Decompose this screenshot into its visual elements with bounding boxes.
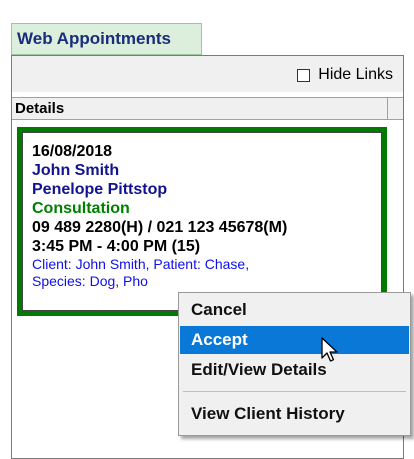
appointment-time: 3:45 PM - 4:00 PM (15) — [32, 238, 201, 255]
appointment-phone: 09 489 2280(H) / 021 123 45678(M) — [32, 219, 288, 236]
hide-links-checkbox[interactable] — [297, 68, 311, 82]
appointment-patient: Penelope Pittstop — [32, 181, 168, 198]
tab-web-appointments[interactable]: Web Appointments — [11, 23, 202, 55]
menu-item-edit-view-details[interactable]: Edit/View Details — [180, 356, 409, 384]
appointment-card-inner: 16/08/2018 John Smith Penelope Pittstop … — [22, 132, 382, 311]
appointment-note-line1: Client: John Smith, Patient: Chase, — [32, 256, 250, 272]
menu-item-cancel[interactable]: Cancel — [180, 296, 409, 324]
menu-item-view-client-history[interactable]: View Client History — [180, 400, 409, 428]
appointment-card[interactable]: 16/08/2018 John Smith Penelope Pittstop … — [17, 127, 387, 316]
appointment-date: 16/08/2018 — [32, 143, 113, 160]
hide-links-label: Hide Links — [318, 66, 393, 83]
panel-toolbar: Hide Links — [12, 56, 403, 92]
header-spacer — [388, 97, 403, 120]
details-column-header[interactable]: Details — [12, 97, 388, 120]
appointment-client: John Smith — [32, 162, 120, 179]
arrow-cursor-icon — [321, 337, 338, 362]
appointment-type: Consultation — [32, 200, 130, 217]
menu-separator — [183, 391, 406, 392]
menu-item-accept[interactable]: Accept — [180, 326, 409, 354]
appointment-note-line2: Species: Dog, Pho — [32, 273, 148, 289]
hide-links-toggle[interactable]: Hide Links — [297, 66, 393, 84]
context-menu: Cancel Accept Edit/View Details View Cli… — [178, 292, 411, 436]
